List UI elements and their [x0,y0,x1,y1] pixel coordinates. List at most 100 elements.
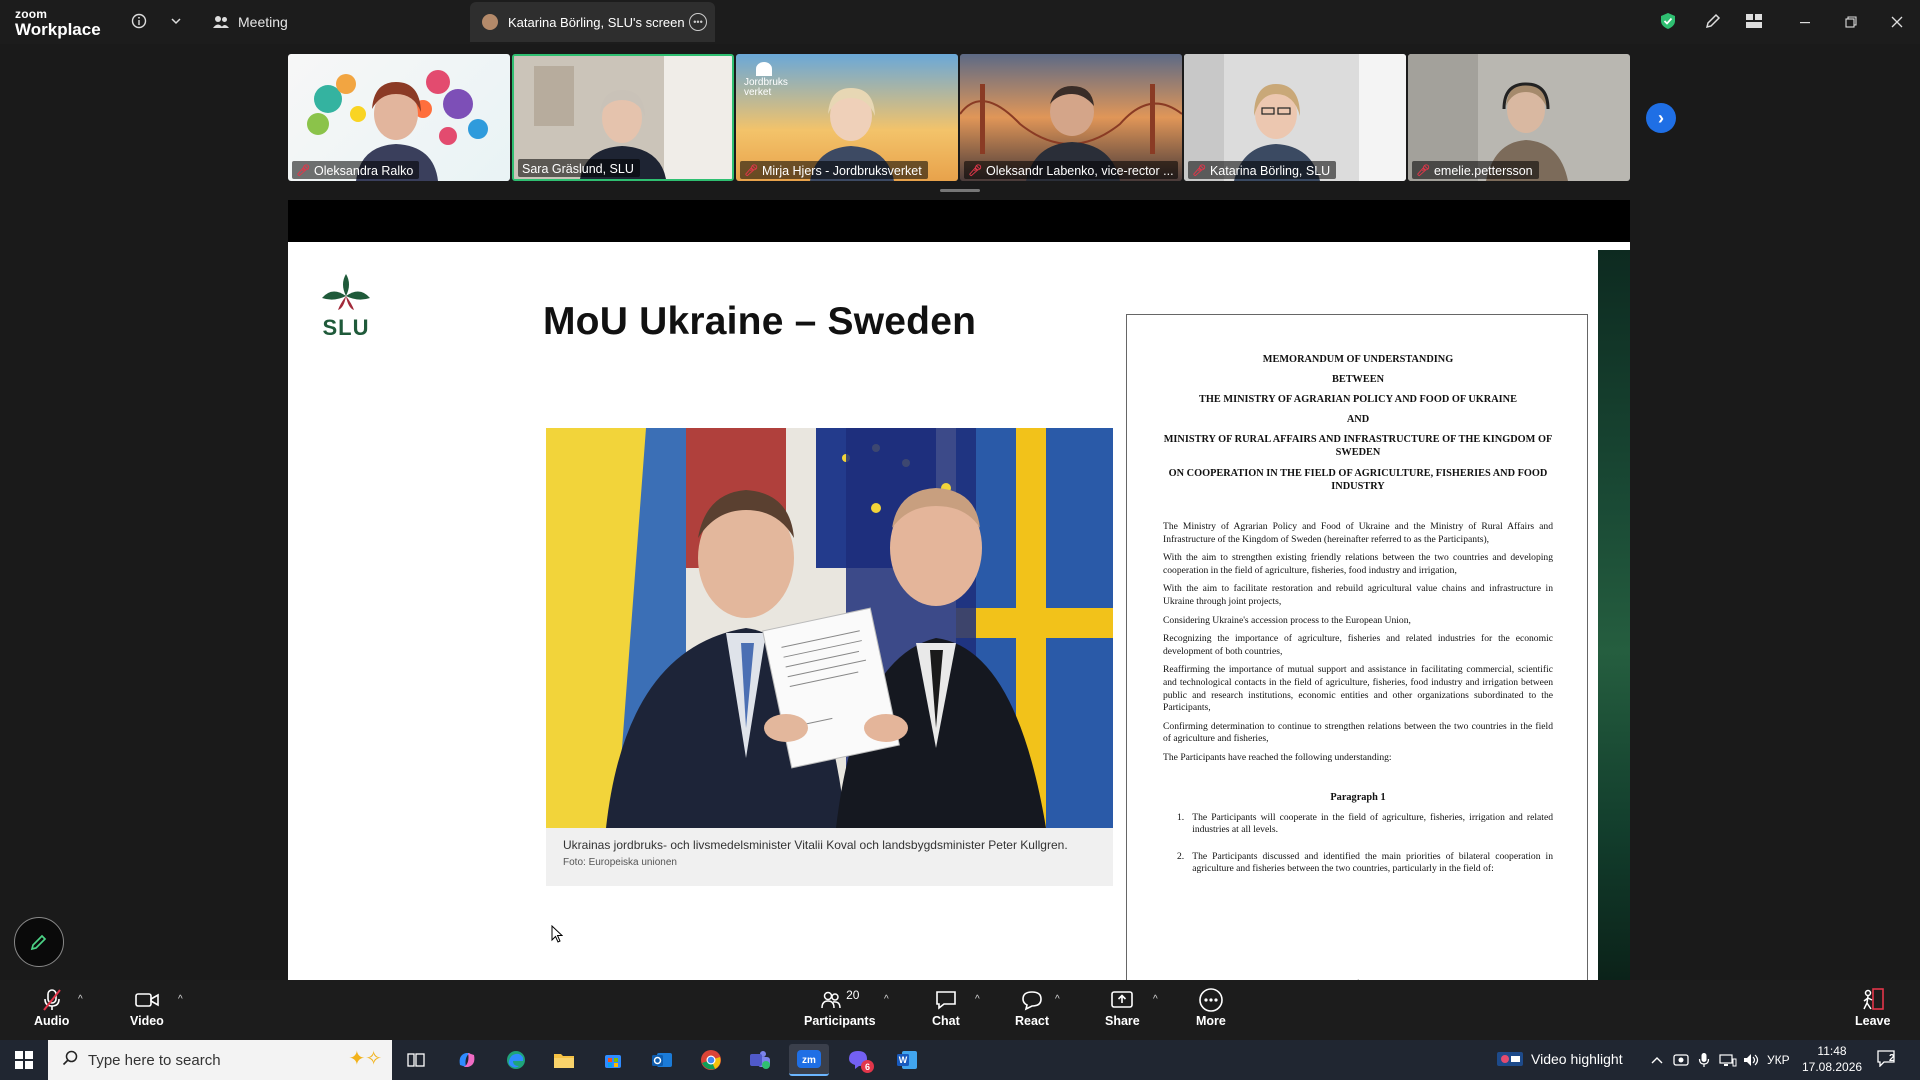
slu-logo-text: SLU [322,315,370,340]
participant-name-label: 🎤︎ Oleksandra Ralko [292,161,420,179]
meeting-label: Meeting [238,14,288,30]
doc-paragraph: Recognizing the importance of agricultur… [1163,633,1553,657]
edge-browser-icon[interactable] [496,1044,536,1076]
meeting-tab[interactable]: Meeting [212,0,288,44]
clock-date: 17.08.2026 [1802,1060,1863,1074]
participant-tile-active-speaker[interactable]: Sara Gräslund, SLU [512,54,734,181]
svg-text:zm: zm [802,1055,816,1066]
viber-notification-badge: 6 [861,1060,874,1073]
doc-paragraph-heading: Paragraph 1 [1330,791,1386,803]
strip-resize-handle[interactable] [940,189,980,192]
view-layout-icon[interactable] [1743,10,1765,32]
video-highlight-widget[interactable]: Video highlight [1497,1050,1623,1068]
participant-strip: 🎤︎ Oleksandra Ralko Sara Gräslund, SLU Jo… [288,54,1630,181]
react-button[interactable]: React [1015,986,1049,1028]
zoom-taskbar-icon[interactable]: zm [789,1044,829,1076]
audio-button[interactable]: Audio [34,986,69,1028]
annotate-pen-icon[interactable] [1702,10,1724,32]
participant-tile[interactable]: 🎤︎ emelie.pettersson [1408,54,1630,181]
search-icon [62,1050,78,1071]
outlook-icon[interactable] [642,1044,682,1076]
windows-logo-icon [15,1051,33,1069]
restore-icon[interactable] [1828,0,1874,44]
video-options-caret-icon[interactable]: ^ [178,994,183,1005]
share-screen-icon [1110,986,1134,1014]
doc-heading-3: THE MINISTRY OF AGRARIAN POLICY AND FOOD… [1199,394,1517,405]
zoom-workplace-logo: zoom Workplace [15,8,101,38]
more-options-icon[interactable]: ••• [689,13,707,31]
camera-in-use-icon[interactable] [1670,1049,1692,1071]
copilot-icon[interactable] [447,1044,487,1076]
jordbruksverket-logo: Jordbruks verket [744,62,788,98]
slu-emblem-icon [322,274,370,310]
meeting-info-icon[interactable] [128,10,150,32]
doc-paragraph: The Ministry of Agrarian Policy and Food… [1163,521,1553,545]
more-button[interactable]: More [1196,986,1226,1028]
participant-name-label: 🎤︎ Katarina Börling, SLU [1188,161,1337,179]
slide-title: MoU Ukraine – Sweden [543,300,977,343]
presenter-avatar [482,14,498,30]
participants-options-caret-icon[interactable]: ^ [884,994,889,1005]
muted-mic-icon: 🎤︎ [744,165,758,177]
react-label: React [1015,1014,1050,1028]
minimize-icon[interactable] [1782,0,1828,44]
doc-paragraph: With the aim to strengthen existing frie… [1163,552,1553,576]
share-label: Share [1105,1014,1140,1028]
logo-line1: zoom [15,7,48,21]
viber-icon[interactable]: 6 [838,1044,878,1076]
ministers-photo [546,428,1113,828]
audio-options-caret-icon[interactable]: ^ [78,994,83,1005]
volume-speaker-icon[interactable] [1741,1049,1763,1071]
doc-heading-2: BETWEEN [1331,374,1385,385]
chat-button[interactable]: Chat [932,986,960,1028]
participant-name-label: 🎤︎ Oleksandr Labenko, vice-rector ... [964,161,1178,179]
annotation-pencil-button[interactable] [14,917,64,967]
chat-options-caret-icon[interactable]: ^ [975,994,980,1005]
file-explorer-icon[interactable] [544,1044,584,1076]
windows-start-button[interactable] [0,1040,48,1080]
teams-icon[interactable] [740,1044,780,1076]
slide-decoration [1598,250,1630,980]
input-language-indicator[interactable]: УКР [1767,1053,1790,1067]
notification-center-button[interactable]: 2 [1876,1049,1906,1071]
show-hidden-icons-caret-icon[interactable] [1646,1049,1668,1071]
leave-door-icon [1860,986,1886,1014]
chevron-down-icon[interactable] [165,10,187,32]
notification-count-badge: 2 [1889,1053,1895,1064]
react-options-caret-icon[interactable]: ^ [1055,994,1060,1005]
taskbar-clock[interactable]: 11:48 17.08.2026 [1802,1043,1862,1075]
item-text: The Participants discussed and identifie… [1192,850,1553,875]
task-view-icon[interactable] [396,1044,436,1076]
video-button[interactable]: Video [130,986,164,1028]
share-options-caret-icon[interactable]: ^ [1153,994,1158,1005]
microphone-in-use-icon[interactable] [1693,1049,1715,1071]
next-page-arrow-icon[interactable]: › [1646,103,1676,133]
network-icon[interactable] [1717,1049,1739,1071]
shared-screen-tab[interactable]: Katarina Börling, SLU's screen ••• [470,2,715,42]
leave-button[interactable]: Leave [1855,986,1890,1028]
taskbar-search-box[interactable]: Type here to search ✦✧ [48,1040,392,1080]
doc-paragraph: Reaffirming the importance of mutual sup… [1163,664,1553,714]
slu-logo: SLU [316,272,376,341]
share-button[interactable]: Share [1105,986,1140,1028]
participants-button[interactable]: 20 Participants [804,986,876,1028]
participant-tile[interactable]: Jordbruks verket 🎤︎ Mirja Hjers - Jordbru… [736,54,958,181]
windows-taskbar: Type here to search ✦✧ zm 6 W Video high… [0,1040,1920,1080]
mouse-cursor-icon [551,924,564,948]
participant-tile[interactable]: 🎤︎ Oleksandra Ralko [288,54,510,181]
participant-tile[interactable]: 🎤︎ Katarina Börling, SLU [1184,54,1406,181]
item-number: 1. [1177,811,1185,823]
video-highlight-label: Video highlight [1531,1051,1623,1067]
participant-tile[interactable]: 🎤︎ Oleksandr Labenko, vice-rector ... [960,54,1182,181]
chat-bubble-icon [934,986,958,1014]
chrome-icon[interactable] [691,1044,731,1076]
item-number: 2. [1177,850,1185,862]
close-icon[interactable] [1874,0,1920,44]
participants-label: Participants [804,1014,876,1028]
participants-count: 20 [846,988,860,1002]
microsoft-store-icon[interactable] [593,1044,633,1076]
word-icon[interactable]: W [887,1044,927,1076]
doc-paragraph: The Participants have reached the follow… [1163,751,1392,763]
search-placeholder: Type here to search [88,1051,221,1069]
security-shield-icon[interactable] [1657,10,1679,32]
